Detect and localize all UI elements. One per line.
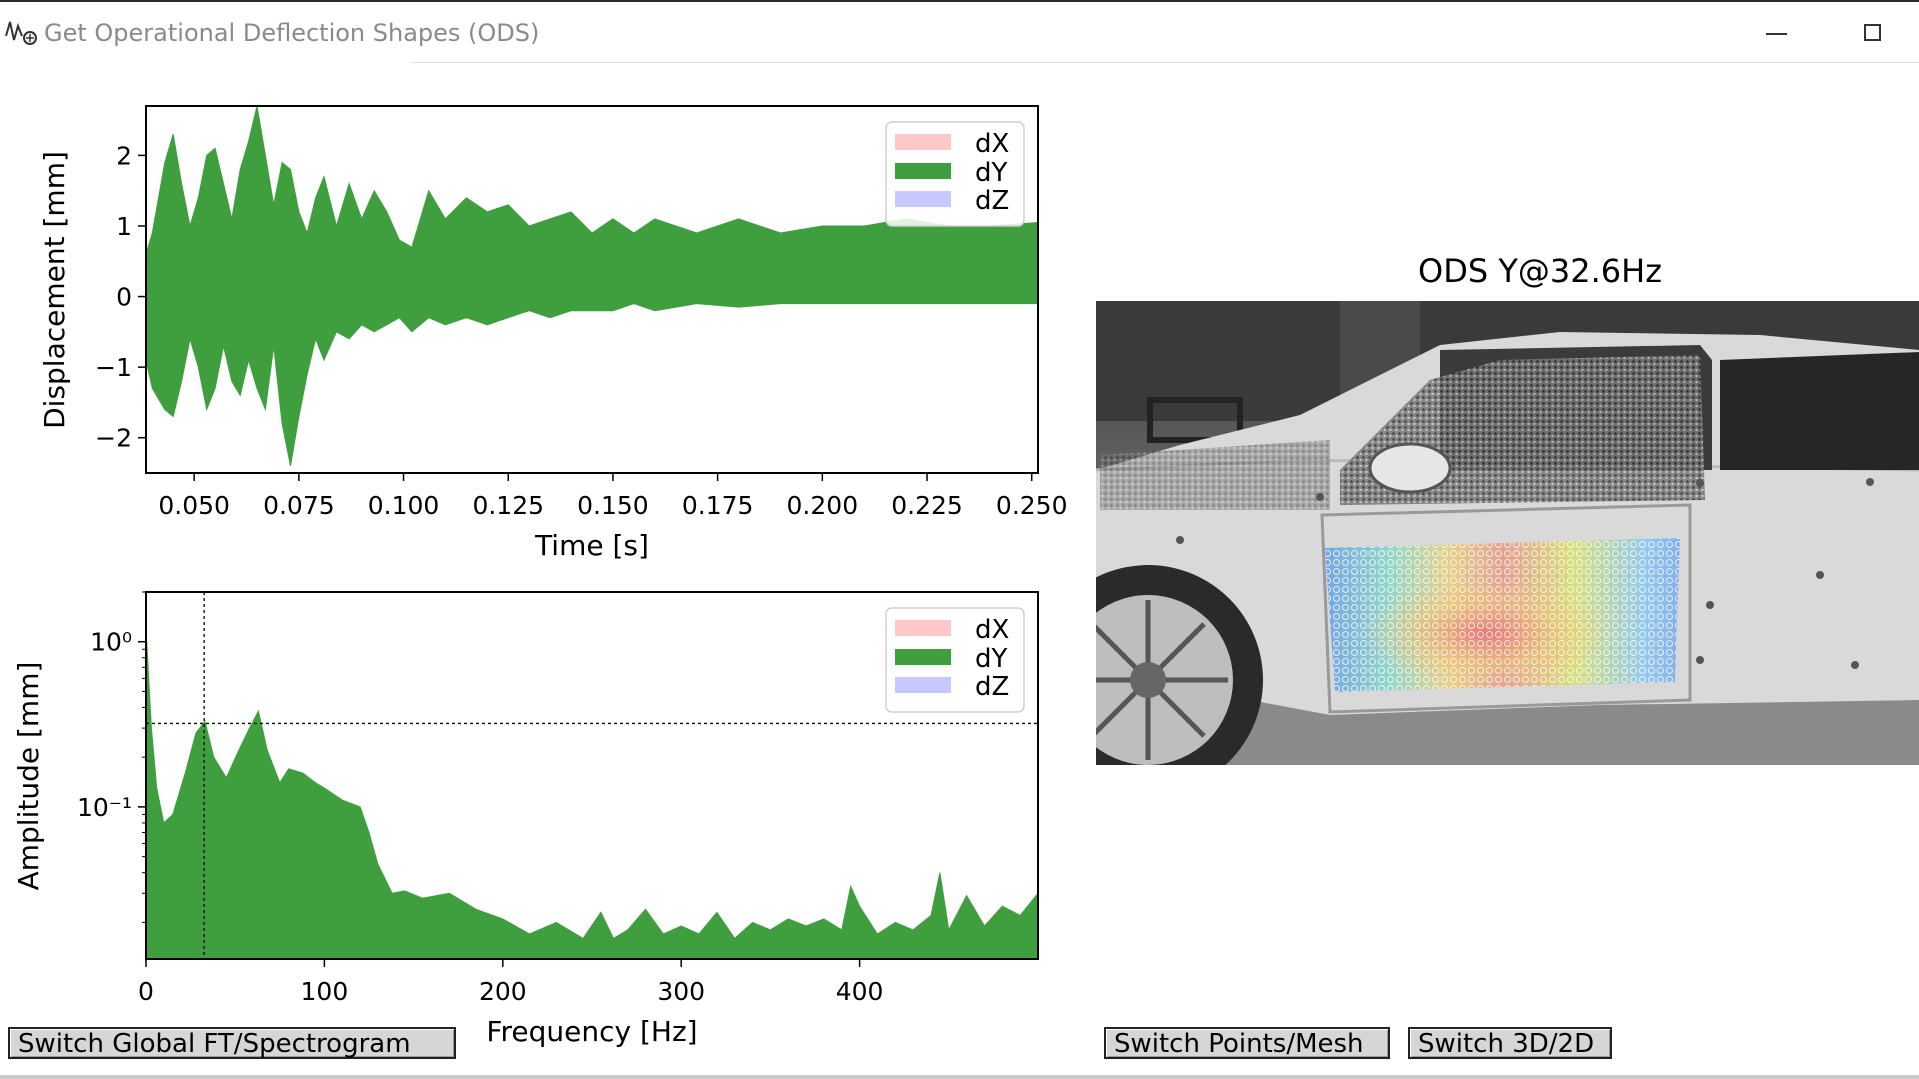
frequency-amplitude-chart[interactable]: 0 100 200 300 400 10⁰ 10⁻¹ Frequency [Hz] Amp… xyxy=(12,591,1039,1048)
legend-label-dY: dY xyxy=(975,644,1008,674)
switch-points-mesh-button[interactable]: Switch Points/Mesh xyxy=(1104,1027,1390,1059)
time-displacement-chart: 0.050 0.075 0.100 0.125 0.150 0.175 0.200 0.225… xyxy=(38,105,1068,562)
legend-swatch-dY xyxy=(895,649,951,665)
car-photo xyxy=(1096,301,1919,765)
freq-xlabel: Frequency [Hz] xyxy=(486,1015,697,1048)
time-ytick-label: −1 xyxy=(95,353,132,382)
freq-ytick-label: 10⁰ xyxy=(90,628,132,657)
legend-swatch-dZ xyxy=(895,191,951,207)
time-xtick-label: 0.150 xyxy=(577,491,649,520)
time-xtick-label: 0.175 xyxy=(682,491,754,520)
time-xtick-label: 0.050 xyxy=(158,491,230,520)
time-xtick-label: 0.225 xyxy=(891,491,963,520)
time-xtick-label: 0.075 xyxy=(263,491,335,520)
freq-xtick-label: 100 xyxy=(301,977,349,1006)
time-xlabel: Time [s] xyxy=(534,529,649,562)
legend-label-dX: dX xyxy=(975,615,1009,645)
freq-legend: dX dY dZ xyxy=(885,607,1025,713)
freq-ytick-label: 10⁻¹ xyxy=(77,793,132,822)
legend-swatch-dY xyxy=(895,163,951,179)
legend-label-dX: dX xyxy=(975,129,1009,159)
freq-xtick-label: 200 xyxy=(479,977,527,1006)
legend-swatch-dX xyxy=(895,620,951,636)
time-ytick-label: 1 xyxy=(116,212,132,241)
legend-swatch-dZ xyxy=(895,677,951,693)
plot-canvas: 0.050 0.075 0.100 0.125 0.150 0.175 0.200 0.225… xyxy=(12,105,1919,1048)
time-ytick-label: −2 xyxy=(95,424,132,453)
freq-xtick-label: 300 xyxy=(657,977,705,1006)
legend-swatch-dX xyxy=(895,134,951,150)
switch-3d-2d-button[interactable]: Switch 3D/2D xyxy=(1408,1027,1612,1059)
time-xtick-label: 0.250 xyxy=(996,491,1068,520)
freq-ylabel: Amplitude [mm] xyxy=(12,662,45,891)
legend-label-dZ: dZ xyxy=(975,186,1009,216)
time-xtick-label: 0.125 xyxy=(472,491,544,520)
time-ylabel: Displacement [mm] xyxy=(38,151,71,429)
time-ytick-label: 2 xyxy=(116,141,132,170)
switch-ft-spectrogram-button[interactable]: Switch Global FT/Spectrogram xyxy=(8,1027,456,1059)
freq-xtick-label: 0 xyxy=(138,977,154,1006)
ods-title: ODS Y@32.6Hz xyxy=(1418,252,1662,290)
freq-xtick-label: 400 xyxy=(836,977,884,1006)
time-xtick-label: 0.100 xyxy=(368,491,440,520)
time-xtick-label: 0.200 xyxy=(787,491,859,520)
legend-label-dY: dY xyxy=(975,158,1008,188)
legend-label-dZ: dZ xyxy=(975,672,1009,702)
time-legend: dX dY dZ xyxy=(885,121,1025,227)
window-bottom-edge xyxy=(0,1075,1919,1079)
time-ytick-label: 0 xyxy=(116,283,132,312)
ods-view-panel[interactable]: ODS Y@32.6Hz xyxy=(1033,252,1919,795)
